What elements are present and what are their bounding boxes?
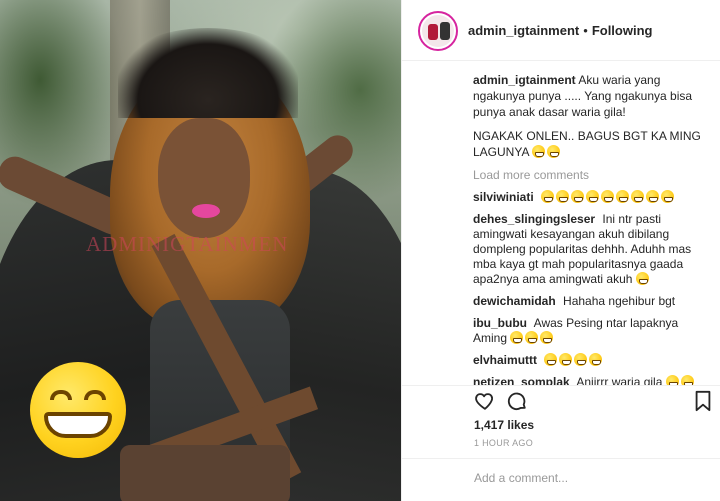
post-video[interactable]: ADMINIGTAINMEN: [0, 0, 401, 501]
header-username[interactable]: admin_igtainment: [468, 23, 579, 38]
grinning-emoji-sticker: [30, 362, 126, 458]
grinning-emoji: [559, 353, 573, 366]
leather-belt: [120, 445, 290, 501]
grinning-emoji: [661, 190, 675, 203]
avatar[interactable]: [418, 11, 458, 51]
action-bar: [402, 385, 720, 415]
comment-username[interactable]: dewichamidah: [473, 294, 556, 308]
comment-username[interactable]: dehes_slingingsleser: [473, 212, 595, 226]
grinning-emoji: [601, 190, 615, 203]
performer-face: [158, 118, 250, 238]
grinning-emoji: [571, 190, 585, 203]
comment: dehes_slingingsleser Ini ntr pasti aming…: [473, 212, 705, 287]
comment-username[interactable]: netizen_somplak: [473, 375, 570, 385]
comment: netizen_somplak Anjirrr waria gila: [473, 375, 705, 385]
emoji-eye-left: [50, 390, 72, 400]
grinning-emoji: [680, 375, 694, 385]
caption-username[interactable]: admin_igtainment: [473, 73, 576, 87]
comment-username[interactable]: elvhaimuttt: [473, 353, 537, 367]
comment-text: Hahaha ngehibur bgt: [563, 294, 676, 308]
grinning-emoji: [540, 331, 554, 344]
add-comment-input[interactable]: [474, 471, 704, 485]
load-more-comments[interactable]: Load more comments: [473, 168, 705, 182]
grinning-emoji: [547, 145, 561, 158]
post-header: admin_igtainment • Following: [402, 0, 720, 61]
comments-list[interactable]: admin_igtainment Aku waria yang ngakunya…: [402, 62, 720, 385]
grinning-emoji: [532, 145, 546, 158]
emoji-mouth: [44, 412, 112, 438]
instagram-post: ADMINIGTAINMEN admin_igtainment • Follow…: [0, 0, 720, 501]
grinning-emoji: [510, 331, 524, 344]
grinning-emoji: [544, 353, 558, 366]
grinning-emoji: [646, 190, 660, 203]
post-timestamp: 1 HOUR AGO: [474, 438, 534, 448]
add-comment-bar: [402, 458, 720, 501]
grinning-emoji: [556, 190, 570, 203]
post-sidebar: admin_igtainment • Following admin_igtai…: [401, 0, 720, 501]
grinning-emoji: [665, 375, 679, 385]
header-separator: •: [583, 22, 588, 38]
comment: ibu_bubu Awas Pesing ntar lapaknya Aming: [473, 316, 705, 346]
watermark: ADMINIGTAINMEN: [86, 232, 289, 256]
heart-icon[interactable]: [474, 390, 496, 417]
grinning-emoji: [616, 190, 630, 203]
comment: silviwiniati: [473, 190, 705, 205]
grinning-emoji: [541, 190, 555, 203]
grinning-emoji: [586, 190, 600, 203]
comment-icon[interactable]: [506, 390, 528, 417]
caption: admin_igtainment Aku waria yang ngakunya…: [473, 72, 705, 120]
avatar-image: [422, 15, 454, 47]
grinning-emoji: [631, 190, 645, 203]
comment-username[interactable]: ibu_bubu: [473, 316, 527, 330]
caption-text-2: NGAKAK ONLEN.. BAGUS BGT KA MING LAGUNYA: [473, 129, 701, 159]
following-button[interactable]: Following: [592, 23, 653, 38]
likes-count[interactable]: 1,417 likes: [474, 418, 534, 432]
comment: elvhaimuttt: [473, 353, 705, 368]
comment-username[interactable]: silviwiniati: [473, 190, 534, 204]
grinning-emoji: [525, 331, 539, 344]
feather-headdress: [118, 28, 298, 118]
grinning-emoji: [589, 353, 603, 366]
bookmark-icon[interactable]: [694, 390, 712, 417]
smiling-emoji: [635, 272, 649, 285]
emoji-eye-right: [84, 390, 106, 400]
comment: dewichamidah Hahaha ngehibur bgt: [473, 294, 705, 309]
comment-text: Anjirrr waria gila: [576, 375, 663, 385]
pink-lips: [192, 204, 220, 218]
caption-line-2: NGAKAK ONLEN.. BAGUS BGT KA MING LAGUNYA: [473, 128, 705, 160]
grinning-emoji: [574, 353, 588, 366]
